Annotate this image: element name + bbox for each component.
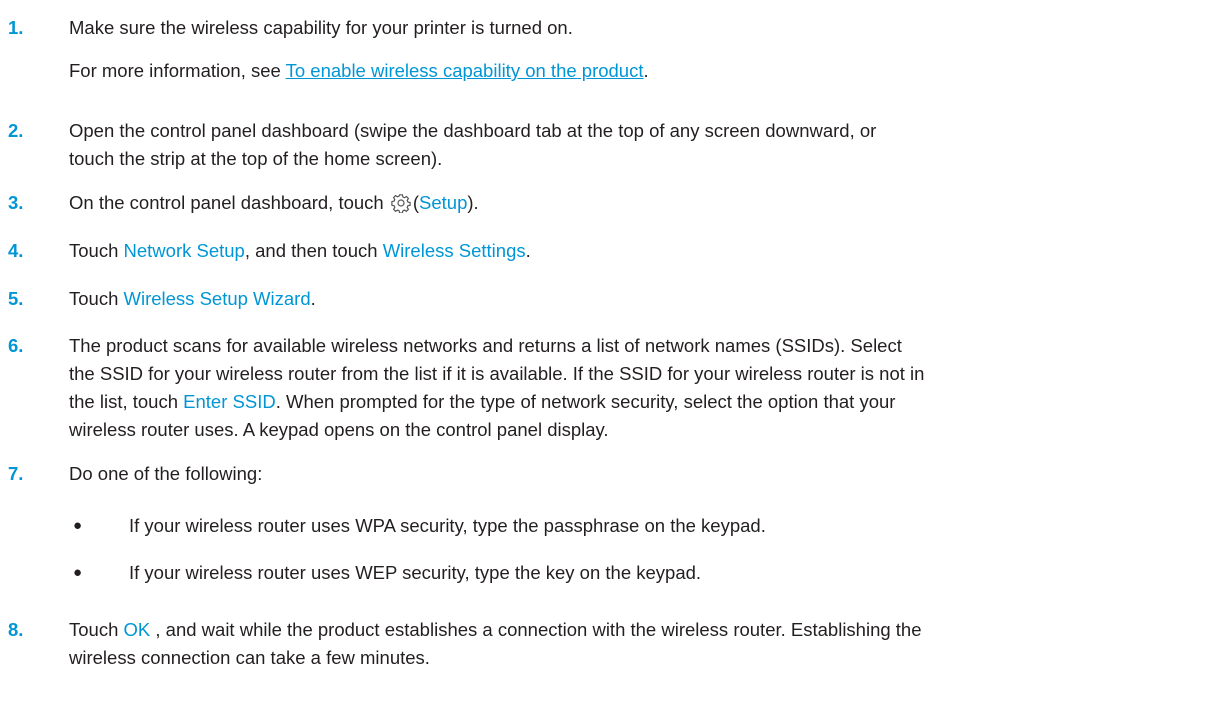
step-text: The product scans for available wireless… bbox=[69, 333, 1179, 443]
step-number: 3. bbox=[8, 192, 24, 213]
ok-ui-label: OK bbox=[123, 619, 151, 640]
bullet-icon: ● bbox=[73, 517, 83, 534]
step-number: 6. bbox=[8, 335, 24, 356]
gear-icon bbox=[391, 193, 411, 214]
step-number: 8. bbox=[8, 619, 24, 640]
step-6-line-2: the SSID for your wireless router from t… bbox=[69, 363, 925, 384]
step-text: Make sure the wireless capability for yo… bbox=[69, 15, 1179, 41]
step-6-line-3-suffix: . When prompted for the type of network … bbox=[275, 391, 896, 412]
step-number: 1. bbox=[8, 17, 24, 38]
step-3-suffix: ). bbox=[467, 192, 479, 213]
step-text: Touch OK , and wait while the product es… bbox=[69, 617, 1179, 671]
step-number: 5. bbox=[8, 288, 24, 309]
step-6-line-4: wireless router uses. A keypad opens on … bbox=[69, 419, 609, 440]
more-info-prefix: For more information, see bbox=[69, 60, 286, 81]
step-number: 2. bbox=[8, 120, 24, 141]
step-6-line-3-prefix: the list, touch bbox=[69, 391, 184, 412]
wireless-setup-wizard-ui-label: Wireless Setup Wizard bbox=[123, 288, 311, 309]
step-3-prefix: On the control panel dashboard, touch bbox=[69, 192, 389, 213]
bullet-icon: ● bbox=[73, 564, 83, 581]
step-5-prefix: Touch bbox=[69, 288, 124, 309]
step-text: Touch Network Setup, and then touch Wire… bbox=[69, 238, 1179, 264]
step-6-line-1: The product scans for available wireless… bbox=[69, 335, 902, 356]
step-2-line-1: Open the control panel dashboard (swipe … bbox=[69, 120, 877, 141]
step-number: 7. bbox=[8, 463, 24, 484]
more-info-suffix: . bbox=[643, 60, 649, 81]
enter-ssid-ui-label: Enter SSID bbox=[183, 391, 276, 412]
network-setup-ui-label: Network Setup bbox=[123, 240, 245, 261]
step-4-middle: , and then touch bbox=[244, 240, 383, 261]
step-6-line-3: the list, touch Enter SSID. When prompte… bbox=[69, 389, 1179, 415]
step-2-line-2: touch the strip at the top of the home s… bbox=[69, 148, 443, 169]
wireless-settings-ui-label: Wireless Settings bbox=[382, 240, 526, 261]
bullet-text: If your wireless router uses WPA securit… bbox=[129, 515, 766, 536]
step-8-line-1-suffix: , and wait while the product establishes… bbox=[150, 619, 922, 640]
step-7-text: Do one of the following: bbox=[69, 463, 263, 484]
enable-wireless-link[interactable]: To enable wireless capability on the pro… bbox=[286, 60, 644, 81]
step-text: Touch Wireless Setup Wizard. bbox=[69, 286, 1179, 312]
step-text: On the control panel dashboard, touch (S… bbox=[69, 190, 1179, 216]
step-5-suffix: . bbox=[310, 288, 316, 309]
step-text: Do one of the following: bbox=[69, 461, 1179, 487]
step-4-suffix: . bbox=[525, 240, 531, 261]
bullet-text: If your wireless router uses WEP securit… bbox=[129, 562, 702, 583]
step-text: Open the control panel dashboard (swipe … bbox=[69, 118, 1179, 172]
step-1-text: Make sure the wireless capability for yo… bbox=[69, 17, 573, 38]
step-8-prefix: Touch bbox=[69, 619, 124, 640]
setup-ui-label: Setup bbox=[419, 192, 468, 213]
step-4-prefix: Touch bbox=[69, 240, 124, 261]
step-8-line-1: Touch OK , and wait while the product es… bbox=[69, 617, 1179, 643]
step-8-line-2: wireless connection can take a few minut… bbox=[69, 647, 430, 668]
step-number: 4. bbox=[8, 240, 24, 261]
